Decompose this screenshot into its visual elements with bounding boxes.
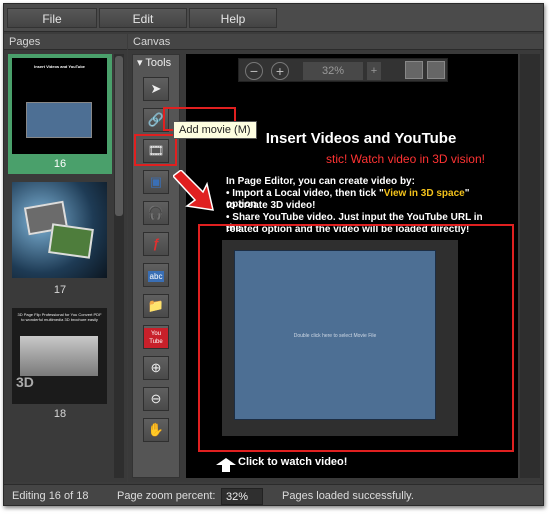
add-folder-tool[interactable]: 📁 [143,294,169,318]
tools-header[interactable]: ▾ Tools [133,55,179,71]
thumbnail-title: Insert Videos and YouTube [34,64,85,69]
video-highlight-frame: Double click here to select Movie File [198,224,514,452]
canvas-scrollbar[interactable] [520,54,540,478]
add-movie-highlight-box [134,134,177,166]
status-message: Pages loaded successfully. [282,490,414,502]
menu-bar: File Edit Help [4,4,543,32]
page-number: 16 [53,158,67,170]
thumbnail-video-preview [26,102,92,138]
zoom-out-button[interactable]: − [245,62,263,80]
zoom-in-tool[interactable]: ⊕ [143,356,169,380]
folder-icon: 📁 [147,298,165,313]
link-icon: 🔗 [147,112,165,127]
status-zoom-input[interactable]: 32% [221,488,263,505]
hand-icon: ✋ [147,422,165,437]
thumbnail-image: Insert Videos and YouTube [12,58,107,154]
body-line-1: In Page Editor, you can create video by: [226,176,415,187]
highlight-text: View in 3D space [383,188,465,199]
arrow-pointer-icon: ➤ [150,81,162,96]
video-container[interactable]: Double click here to select Movie File [222,240,458,436]
fit-page-icon[interactable] [427,61,445,79]
tools-title: Tools [145,57,172,69]
pages-scrollbar-thumb[interactable] [115,56,123,216]
zoom-in-button[interactable]: + [271,62,289,80]
zoom-step-button[interactable]: + [367,62,381,80]
flash-icon: ƒ [152,236,160,251]
add-image-tool[interactable]: ▣ [143,170,169,194]
page-thumbnail-17[interactable]: 17 [8,178,112,298]
video-placeholder-caption: Double click here to select Movie File [293,333,377,339]
pointer-tool[interactable]: ➤ [143,77,169,101]
add-youtube-tool[interactable]: You Tube [143,325,169,349]
add-audio-tool[interactable]: 🎧 [143,201,169,225]
thumbnail-title: 3D Page Flip Professional for You Conver… [17,312,102,322]
menu-help[interactable]: Help [189,8,277,28]
zoom-toolbar: − + 32% + [238,58,448,82]
page-thumbnail-18[interactable]: 3D Page Flip Professional for You Conver… [8,304,112,426]
add-flash-tool[interactable]: ƒ [143,232,169,256]
thumbnail-photo-card [48,223,94,259]
page-number: 18 [53,408,67,420]
image-icon: ▣ [149,174,163,189]
page-number: 17 [53,284,67,296]
body-line-3: to create 3D video! [226,200,316,211]
menu-edit[interactable]: Edit [99,8,187,28]
canvas-panel-title: Canvas [128,34,543,50]
thumbnail-image [12,182,107,278]
youtube-icon: You Tube [144,328,168,348]
add-text-tool[interactable]: abc [143,263,169,287]
zoom-in-icon: ⊕ [150,360,162,375]
video-placeholder[interactable]: Double click here to select Movie File [234,250,436,420]
text-icon: abc [147,271,165,282]
thumbnail-image: 3D Page Flip Professional for You Conver… [12,308,107,404]
editing-status: Editing 16 of 18 [12,490,89,502]
zoom-percent-field[interactable]: 32% [303,62,363,80]
thumbnail-list: Insert Videos and YouTube 16 17 3D Page … [8,54,112,478]
app-window: File Edit Help Pages Insert Videos and Y… [3,3,544,506]
zoom-out-icon: ⊖ [150,391,162,406]
zoom-out-tool[interactable]: ⊖ [143,387,169,411]
click-to-watch-label: Click to watch video! [238,456,348,468]
fit-width-icon[interactable] [405,61,423,79]
zoom-percent-label: Page zoom percent: [117,490,216,502]
headphones-icon: 🎧 [147,205,165,220]
body-text: • Import a Local video, then tick " [226,188,384,199]
page-thumbnail-16[interactable]: Insert Videos and YouTube 16 [8,54,112,174]
page-heading: Insert Videos and YouTube [265,130,457,147]
pan-tool[interactable]: ✋ [143,418,169,442]
thumbnail-monitor-image [20,336,98,376]
canvas-panel: Canvas ▾ Tools ➤ 🔗 🎞 ▣ 🎧 ƒ abc 📁 You Tube ⊕ ⊖ ✋ − +… [128,34,543,505]
thumbnail-3d-badge: 3D [16,374,34,390]
pages-scrollbar[interactable] [114,54,124,478]
status-bar: Editing 16 of 18 Page zoom percent: 32% … [4,484,543,505]
red-pointer-arrow-icon [173,170,214,211]
page-subheading: stic! Watch video in 3D vision! [326,152,485,166]
menu-file[interactable]: File [7,8,97,28]
add-movie-tooltip: Add movie (M) [173,121,257,139]
pages-panel-title: Pages [4,34,127,50]
up-arrow-icon [216,458,236,472]
pages-panel: Pages Insert Videos and YouTube 16 17 3D… [4,34,127,482]
